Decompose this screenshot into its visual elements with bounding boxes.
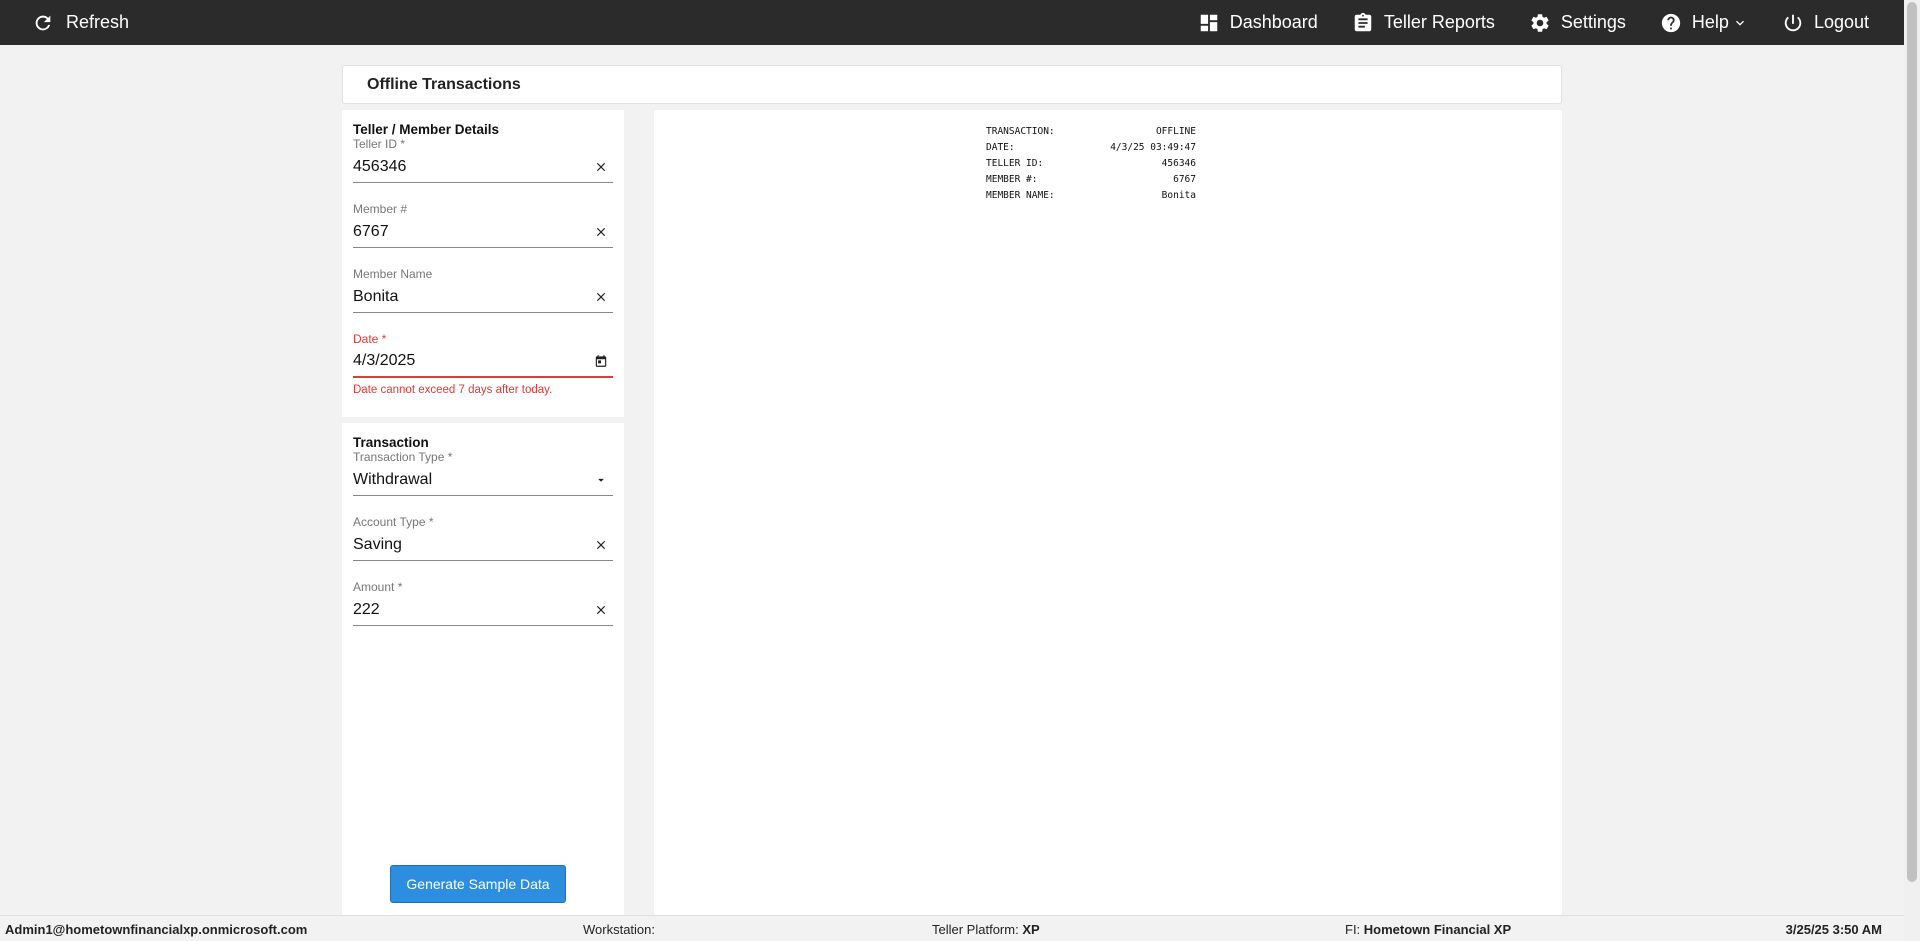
receipt: TRANSACTION: OFFLINE DATE: 4/3/25 03:49:…	[986, 123, 1196, 203]
member-number-input[interactable]: 6767	[353, 216, 613, 248]
top-navigation-bar: Refresh Dashboard Teller Reports Setting…	[0, 0, 1904, 45]
receipt-value: 4/3/25 03:49:47	[1110, 141, 1196, 153]
receipt-row: TELLER ID: 456346	[986, 155, 1196, 171]
status-platform-value: XP	[1022, 922, 1040, 937]
member-name-value: Bonita	[353, 287, 399, 305]
account-type-label: Account Type *	[353, 515, 434, 529]
status-bar: Admin1@hometownfinancialxp.onmicrosoft.c…	[0, 915, 1904, 941]
clipboard-icon	[1354, 12, 1372, 31]
dropdown-arrow-icon[interactable]	[593, 472, 609, 488]
receipt-row: MEMBER NAME: Bonita	[986, 187, 1196, 203]
member-name-input[interactable]: Bonita	[353, 281, 613, 313]
status-platform-label: Teller Platform:	[932, 922, 1019, 937]
refresh-label: Refresh	[66, 12, 130, 32]
transaction-type-value: Withdrawal	[353, 470, 433, 488]
status-fi-label: FI:	[1345, 922, 1361, 937]
refresh-icon	[35, 15, 51, 30]
member-number-label: Member #	[353, 202, 408, 216]
nav-logout-label: Logout	[1813, 12, 1869, 32]
status-fi-value: Hometown Financial XP	[1363, 922, 1512, 937]
nav-settings[interactable]: Settings	[1529, 0, 1626, 45]
receipt-row: DATE: 4/3/25 03:49:47	[986, 139, 1196, 155]
receipt-row: TRANSACTION: OFFLINE	[986, 123, 1196, 139]
nav-help[interactable]: Help	[1660, 0, 1748, 45]
receipt-row: MEMBER #: 6767	[986, 171, 1196, 187]
status-user: Admin1@hometownfinancialxp.onmicrosoft.c…	[5, 922, 307, 937]
transaction-card: Transaction Transaction Type * Withdrawa…	[342, 423, 624, 915]
account-type-value: Saving	[353, 535, 402, 553]
receipt-label: DATE:	[986, 141, 1015, 153]
nav-teller-reports-label: Teller Reports	[1383, 12, 1495, 32]
teller-id-value: 456346	[353, 157, 407, 175]
transaction-type-field: Transaction Type * Withdrawal	[353, 450, 613, 512]
page-scrollbar[interactable]	[1904, 0, 1920, 941]
receipt-value: OFFLINE	[1155, 125, 1196, 137]
status-workstation-label: Workstation:	[583, 922, 656, 937]
refresh-button[interactable]: Refresh	[32, 0, 129, 45]
member-number-value: 6767	[353, 222, 389, 240]
receipt-preview: TRANSACTION: OFFLINE DATE: 4/3/25 03:49:…	[654, 110, 1562, 915]
member-name-label: Member Name	[353, 267, 433, 281]
date-input[interactable]: 4/3/2025	[353, 346, 613, 378]
receipt-label: TRANSACTION:	[986, 125, 1055, 137]
chevron-down-icon	[1735, 20, 1744, 26]
power-icon	[1784, 14, 1802, 31]
status-datetime-value: 3/25/25 3:50 AM	[1785, 922, 1882, 937]
nav-logout[interactable]: Logout	[1782, 0, 1869, 45]
teller-id-input[interactable]: 456346	[353, 151, 613, 183]
receipt-value: 6767	[1173, 173, 1196, 185]
nav-dashboard-label: Dashboard	[1229, 12, 1318, 32]
status-platform: Teller Platform: XP	[932, 922, 1040, 937]
account-type-input[interactable]: Saving	[353, 529, 613, 561]
teller-member-card: Teller / Member Details Teller ID * 4563…	[342, 110, 624, 417]
nav-dashboard[interactable]: Dashboard	[1198, 0, 1318, 45]
nav-help-label: Help	[1691, 12, 1729, 32]
receipt-value: Bonita	[1161, 189, 1196, 201]
teller-id-field: Teller ID * 456346	[353, 137, 613, 199]
clear-icon[interactable]	[593, 537, 609, 553]
receipt-label: MEMBER NAME:	[986, 189, 1055, 201]
date-field: Date * 4/3/2025 Date cannot exceed 7 day…	[353, 332, 613, 396]
status-workstation: Workstation:	[583, 922, 655, 937]
status-user-value: Admin1@hometownfinancialxp.onmicrosoft.c…	[5, 922, 308, 937]
teller-member-title: Teller / Member Details	[353, 122, 500, 137]
clear-icon[interactable]	[593, 289, 609, 305]
amount-field: Amount * 222	[353, 580, 613, 642]
receipt-value: 456346	[1161, 157, 1196, 169]
left-panel: Teller / Member Details Teller ID * 4563…	[342, 110, 624, 915]
amount-input[interactable]: 222	[353, 594, 613, 626]
account-type-field: Account Type * Saving	[353, 515, 613, 577]
receipt-label: TELLER ID:	[986, 157, 1044, 169]
amount-label: Amount *	[353, 580, 403, 594]
teller-id-label: Teller ID *	[353, 137, 406, 151]
clear-icon[interactable]	[593, 159, 609, 175]
status-fi: FI: Hometown Financial XP	[1345, 922, 1511, 937]
gear-icon	[1531, 13, 1549, 32]
page-title: Offline Transactions	[367, 75, 521, 93]
clear-icon[interactable]	[593, 224, 609, 240]
clear-icon[interactable]	[593, 602, 609, 618]
transaction-type-label: Transaction Type *	[353, 450, 453, 464]
member-name-field: Member Name Bonita	[353, 267, 613, 329]
transaction-title: Transaction	[353, 435, 429, 450]
date-label: Date *	[353, 332, 387, 346]
member-number-field: Member # 6767	[353, 202, 613, 264]
receipt-label: MEMBER #:	[986, 173, 1038, 185]
date-value: 4/3/2025	[353, 352, 416, 369]
generate-sample-data-button[interactable]: Generate Sample Data	[390, 865, 566, 903]
date-error-message: Date cannot exceed 7 days after today.	[353, 384, 553, 396]
nav-teller-reports[interactable]: Teller Reports	[1352, 0, 1495, 45]
transaction-type-select[interactable]: Withdrawal	[353, 464, 613, 496]
status-datetime: 3/25/25 3:50 AM	[1786, 922, 1882, 937]
page-header: Offline Transactions	[342, 65, 1562, 104]
amount-value: 222	[353, 600, 380, 618]
scrollbar-thumb[interactable]	[1907, 2, 1917, 882]
nav-settings-label: Settings	[1560, 12, 1626, 32]
help-icon	[1661, 13, 1681, 32]
dashboard-icon	[1200, 14, 1217, 31]
calendar-icon[interactable]	[593, 353, 609, 369]
